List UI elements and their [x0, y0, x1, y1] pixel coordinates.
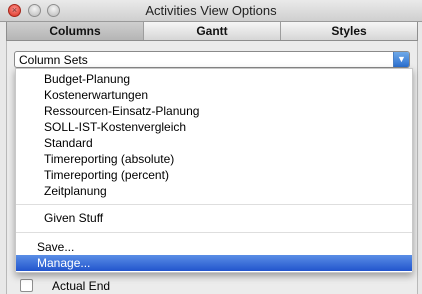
menu-item-save[interactable]: Save... [16, 239, 412, 255]
column-sets-value: Column Sets [19, 53, 88, 67]
menu-item-given-stuff[interactable]: Given Stuff [16, 210, 412, 226]
window-title: Activities View Options [145, 3, 277, 18]
tab-bar: Columns Gantt Styles [6, 22, 418, 41]
column-sets-select[interactable]: Column Sets ▼ [14, 51, 410, 68]
menu-item-budget-planung[interactable]: Budget-Planung [16, 71, 412, 87]
title-bar: × Activities View Options [0, 0, 422, 22]
activities-view-options-window: × Activities View Options Columns Gantt … [0, 0, 422, 294]
menu-separator [16, 204, 412, 205]
menu-item-timereporting-percent[interactable]: Timereporting (percent) [16, 167, 412, 183]
actual-end-label: Actual End [52, 279, 111, 293]
menu-item-timereporting-absolute[interactable]: Timereporting (absolute) [16, 151, 412, 167]
chevron-down-icon[interactable]: ▼ [393, 52, 409, 67]
actual-end-checkbox[interactable] [20, 279, 33, 292]
tab-gantt[interactable]: Gantt [144, 22, 281, 40]
menu-item-ressourcen-einsatz-planung[interactable]: Ressourcen-Einsatz-Planung [16, 103, 412, 119]
tab-columns[interactable]: Columns [7, 22, 144, 40]
menu-item-zeitplanung[interactable]: Zeitplanung [16, 183, 412, 199]
menu-separator [16, 232, 412, 233]
menu-item-standard[interactable]: Standard [16, 135, 412, 151]
menu-item-manage[interactable]: Manage... [16, 255, 412, 271]
column-sets-menu: Budget-Planung Kostenerwartungen Ressour… [15, 68, 413, 273]
menu-item-soll-ist-kostenvergleich[interactable]: SOLL-IST-Kostenvergleich [16, 119, 412, 135]
tab-styles[interactable]: Styles [281, 22, 417, 40]
menu-item-kostenerwartungen[interactable]: Kostenerwartungen [16, 87, 412, 103]
